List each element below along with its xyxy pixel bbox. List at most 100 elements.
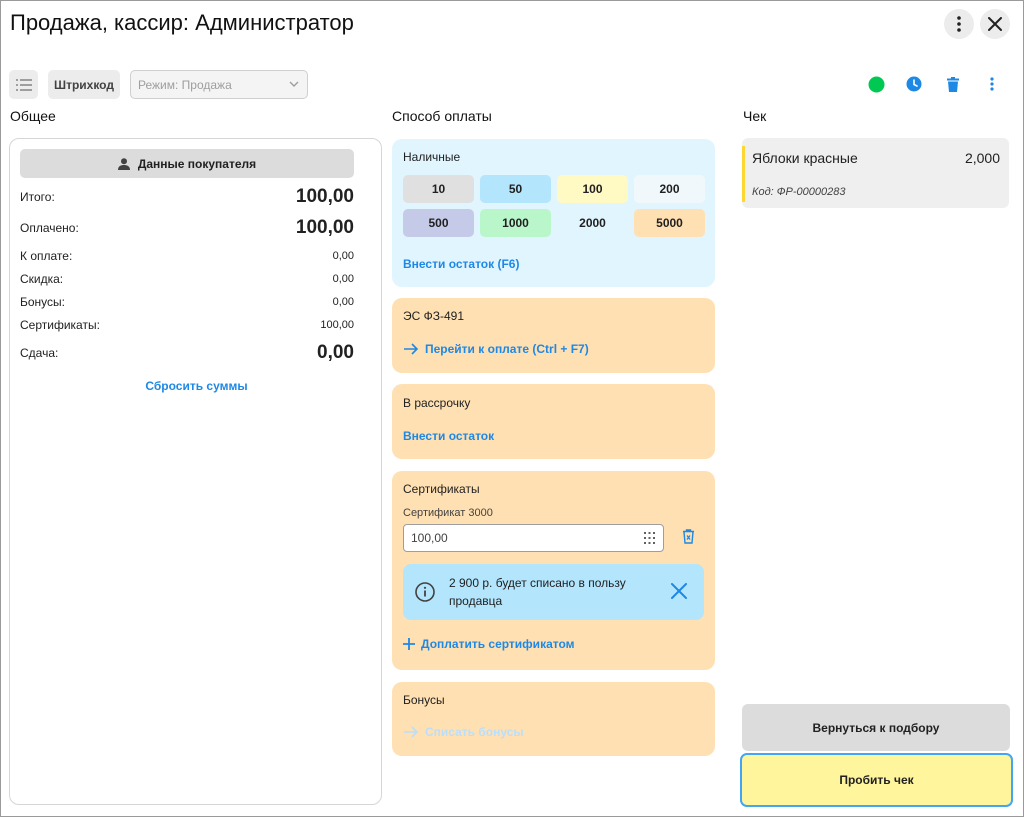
certificate-amount-value: 100,00 xyxy=(411,531,448,545)
summary-value: 100,00 xyxy=(320,319,354,331)
denomination-50-button[interactable]: 50 xyxy=(480,175,551,203)
chevron-down-icon xyxy=(289,81,299,87)
close-icon xyxy=(988,17,1002,31)
summary-row-to-pay: К оплате: 0,00 xyxy=(20,248,354,264)
summary-row-change: Сдача: 0,00 xyxy=(20,342,354,364)
installment-rest-link[interactable]: Внести остаток xyxy=(403,429,494,443)
delete-receipt-button[interactable] xyxy=(943,74,963,94)
certificate-label: Сертификат 3000 xyxy=(403,507,493,519)
denomination-label: 500 xyxy=(428,216,449,230)
item-accent-bar xyxy=(742,146,745,202)
summary-value: 0,00 xyxy=(332,250,354,262)
summary-row-discount: Скидка: 0,00 xyxy=(20,271,354,287)
receipt-item[interactable]: Яблоки красные 2,000 Код: ФР-00000283 xyxy=(742,138,1009,208)
installment-title: В рассрочку xyxy=(403,396,471,410)
summary-label: Оплачено: xyxy=(20,221,79,235)
more-menu-button[interactable] xyxy=(944,9,974,39)
remove-certificate-button[interactable] xyxy=(682,529,695,549)
es-title: ЭС ФЗ-491 xyxy=(403,309,465,323)
denomination-label: 1000 xyxy=(502,216,529,230)
summary-value: 0,00 xyxy=(332,273,354,285)
denomination-2000-button[interactable]: 2000 xyxy=(557,209,628,237)
add-certificate-label: Доплатить сертификатом xyxy=(421,637,575,651)
summary-label: К оплате: xyxy=(20,249,73,263)
history-button[interactable] xyxy=(904,74,924,94)
es-go-to-payment-link[interactable]: Перейти к оплате (Ctrl + F7) xyxy=(403,342,589,356)
arrow-right-icon xyxy=(404,726,419,738)
certificate-info-notice: 2 900 р. будет списано в пользу продавца xyxy=(403,564,704,620)
receipt-heading: Чек xyxy=(743,108,767,124)
more-vertical-icon xyxy=(990,77,994,91)
list-icon xyxy=(15,78,32,91)
cash-payment-card: Наличные 10 50 100 200 500 1000 2000 500… xyxy=(392,139,715,287)
summary-label: Сдача: xyxy=(20,346,59,360)
summary-label: Скидка: xyxy=(20,272,64,286)
installment-payment-card: В рассрочку Внести остаток xyxy=(392,384,715,459)
denomination-500-button[interactable]: 500 xyxy=(403,209,474,237)
arrow-right-icon xyxy=(404,343,419,355)
item-name: Яблоки красные xyxy=(752,150,858,166)
item-code: Код: ФР-00000283 xyxy=(752,186,846,198)
barcode-button[interactable]: Штрихкод xyxy=(48,70,120,99)
toolbar-more-button[interactable] xyxy=(982,74,1002,94)
clock-icon xyxy=(906,76,922,92)
summary-value: 0,00 xyxy=(332,296,354,308)
summary-value: 100,00 xyxy=(295,186,354,207)
delete-certificate-icon xyxy=(683,529,694,544)
summary-label: Сертификаты: xyxy=(20,318,100,332)
denomination-5000-button[interactable]: 5000 xyxy=(634,209,705,237)
summary-row-total: Итого: 100,00 xyxy=(20,186,354,208)
denomination-label: 200 xyxy=(659,182,680,196)
connection-status-indicator xyxy=(866,74,886,94)
page-title: Продажа, кассир: Администратор xyxy=(10,10,354,35)
denomination-10-button[interactable]: 10 xyxy=(403,175,474,203)
trash-icon xyxy=(947,76,959,92)
summary-label: Итого: xyxy=(20,190,55,204)
denomination-1000-button[interactable]: 1000 xyxy=(480,209,551,237)
close-button[interactable] xyxy=(980,9,1010,39)
denomination-label: 50 xyxy=(508,182,523,196)
summary-label: Бонусы: xyxy=(20,295,65,309)
summary-row-certificates: Сертификаты: 100,00 xyxy=(20,317,354,333)
plus-icon xyxy=(403,638,415,650)
cash-title: Наличные xyxy=(403,150,461,164)
summary-row-paid: Оплачено: 100,00 xyxy=(20,217,354,239)
mode-select-value: Режим: Продажа xyxy=(138,77,232,92)
buyer-data-button[interactable]: Данные покупателя xyxy=(20,149,354,178)
add-certificate-link[interactable]: Доплатить сертификатом xyxy=(403,637,575,651)
certificates-title: Сертификаты xyxy=(403,482,480,496)
denomination-200-button[interactable]: 200 xyxy=(634,175,705,203)
info-icon xyxy=(415,582,435,602)
item-quantity: 2,000 xyxy=(964,150,1000,166)
summary-value: 0,00 xyxy=(317,342,354,363)
bonuses-payment-card: Бонусы Списать бонусы xyxy=(392,682,715,756)
summary-card: Данные покупателя Итого: 100,00 Оплачено… xyxy=(9,138,382,805)
status-dot-icon xyxy=(868,76,884,92)
back-to-selection-button[interactable]: Вернуться к подбору xyxy=(742,704,1010,751)
denomination-100-button[interactable]: 100 xyxy=(557,175,628,203)
keypad-icon xyxy=(644,532,655,544)
denomination-label: 5000 xyxy=(656,216,683,230)
es-payment-card: ЭС ФЗ-491 Перейти к оплате (Ctrl + F7) xyxy=(392,298,715,373)
bonuses-title: Бонусы xyxy=(403,693,445,707)
general-heading: Общее xyxy=(10,108,56,124)
buyer-data-label: Данные покупателя xyxy=(137,156,257,171)
certificate-amount-input[interactable]: 100,00 xyxy=(403,524,664,552)
close-icon[interactable] xyxy=(671,583,687,599)
certificates-payment-card: Сертификаты Сертификат 3000 100,00 2 900… xyxy=(392,471,715,670)
bonuses-link-label: Списать бонусы xyxy=(425,725,524,739)
more-vertical-icon xyxy=(957,16,961,32)
mode-select[interactable]: Режим: Продажа xyxy=(130,70,308,99)
print-receipt-button[interactable]: Пробить чек xyxy=(740,753,1013,807)
list-menu-button[interactable] xyxy=(9,70,38,99)
write-off-bonuses-link: Списать бонусы xyxy=(403,725,524,739)
certificate-info-text: 2 900 р. будет списано в пользу продавца xyxy=(449,576,626,608)
denomination-label: 10 xyxy=(431,182,446,196)
denomination-label: 2000 xyxy=(579,216,606,230)
payment-method-heading: Способ оплаты xyxy=(392,108,492,124)
person-icon xyxy=(117,157,130,170)
cash-rest-link[interactable]: Внести остаток (F6) xyxy=(403,257,519,271)
summary-row-bonuses: Бонусы: 0,00 xyxy=(20,294,354,310)
reset-sums-link[interactable]: Сбросить суммы xyxy=(10,379,383,393)
es-link-label: Перейти к оплате (Ctrl + F7) xyxy=(425,342,589,356)
